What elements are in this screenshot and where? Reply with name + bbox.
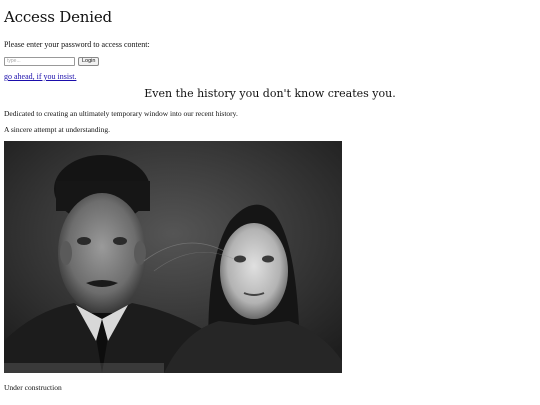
dedication-text: Dedicated to creating an ultimately temp… [4, 109, 238, 118]
page-title: Access Denied [4, 8, 112, 26]
login-button[interactable]: Login [78, 56, 100, 66]
login-form: Login [4, 56, 536, 66]
construction-note: Under construction [4, 383, 62, 392]
password-input[interactable] [4, 56, 75, 66]
tagline-heading: Even the history you don't know creates … [144, 87, 396, 100]
portrait-image-icon [4, 141, 342, 373]
bypass-link[interactable]: go ahead, if you insist. [4, 72, 536, 82]
portrait-photo [4, 141, 342, 373]
page: Access Denied Please enter your password… [4, 0, 536, 393]
password-prompt: Please enter your password to access con… [4, 40, 150, 49]
attempt-text: A sincere attempt at understanding. [4, 125, 111, 134]
